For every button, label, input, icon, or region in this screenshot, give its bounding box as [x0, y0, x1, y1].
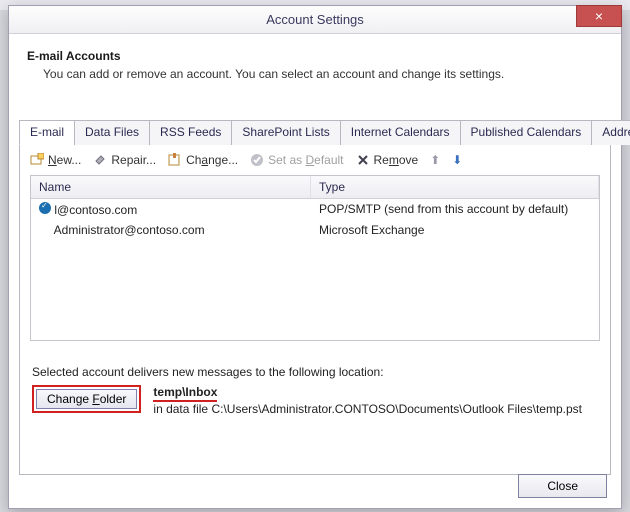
new-icon — [30, 153, 44, 167]
accounts-toolbar: New... Repair... Change... Set as Defaul… — [20, 145, 610, 175]
dialog-footer: Close — [518, 474, 607, 498]
folder-info: temp\Inbox in data file C:\Users\Adminis… — [153, 385, 582, 416]
account-name: l@contoso.com — [54, 203, 137, 217]
tab-address-books[interactable]: Address Books — [591, 120, 630, 145]
delivery-location-note: Selected account delivers new messages t… — [32, 365, 598, 379]
arrow-down-icon: ⬇ — [452, 153, 462, 167]
repair-account-button[interactable]: Repair... — [93, 153, 156, 167]
change-folder-highlight: Change Folder — [32, 385, 141, 413]
change-account-button[interactable]: Change... — [168, 153, 238, 167]
accounts-list: Name Type l@contoso.com POP/SMTP (send f… — [30, 175, 600, 341]
new-label: New... — [48, 153, 81, 167]
accounts-list-header: Name Type — [31, 176, 599, 199]
tabs-bar: E-mail Data Files RSS Feeds SharePoint L… — [19, 119, 621, 145]
delivery-data-file: in data file C:\Users\Administrator.CONT… — [153, 402, 582, 416]
change-label: Change... — [186, 153, 238, 167]
account-row[interactable]: l@contoso.com POP/SMTP (send from this a… — [31, 199, 599, 220]
column-type-header[interactable]: Type — [311, 176, 599, 198]
header-title: E-mail Accounts — [27, 49, 603, 63]
delivery-folder-path: temp\Inbox — [153, 385, 217, 402]
close-button[interactable]: Close — [518, 474, 607, 498]
tab-data-files[interactable]: Data Files — [74, 120, 150, 145]
arrow-up-icon: ⬆ — [430, 153, 440, 167]
header-subtitle: You can add or remove an account. You ca… — [43, 67, 603, 81]
move-down-button[interactable]: ⬇ — [452, 153, 462, 167]
account-settings-window: Account Settings × E-mail Accounts You c… — [8, 5, 622, 509]
repair-icon — [93, 153, 107, 167]
new-account-button[interactable]: New... — [30, 153, 81, 167]
account-name: Administrator@contoso.com — [54, 223, 205, 237]
account-type: POP/SMTP (send from this account by defa… — [311, 199, 599, 220]
titlebar: Account Settings × — [9, 6, 621, 34]
header-section: E-mail Accounts You can add or remove an… — [9, 34, 621, 99]
tab-rss-feeds[interactable]: RSS Feeds — [149, 120, 232, 145]
account-row[interactable]: Administrator@contoso.com Microsoft Exch… — [31, 220, 599, 240]
change-folder-button[interactable]: Change Folder — [36, 389, 137, 409]
delivery-folder-row: Change Folder temp\Inbox in data file C:… — [32, 385, 598, 416]
check-icon — [250, 153, 264, 167]
set-default-label: Set as Default — [268, 153, 343, 167]
set-default-button: Set as Default — [250, 153, 343, 167]
tab-published-calendars[interactable]: Published Calendars — [460, 120, 593, 145]
tab-email[interactable]: E-mail — [19, 120, 75, 145]
repair-label: Repair... — [111, 153, 156, 167]
tab-sharepoint-lists[interactable]: SharePoint Lists — [231, 120, 340, 145]
change-icon — [168, 153, 182, 167]
window-close-button[interactable]: × — [576, 5, 622, 27]
move-up-button: ⬆ — [430, 153, 440, 167]
remove-icon — [356, 153, 370, 167]
remove-label: Remove — [374, 153, 419, 167]
default-account-icon — [39, 202, 51, 214]
window-title: Account Settings — [266, 12, 364, 27]
remove-account-button[interactable]: Remove — [356, 153, 419, 167]
account-type: Microsoft Exchange — [311, 220, 599, 240]
column-name-header[interactable]: Name — [31, 176, 311, 198]
email-tab-panel: New... Repair... Change... Set as Defaul… — [19, 145, 611, 475]
tab-internet-calendars[interactable]: Internet Calendars — [340, 120, 461, 145]
